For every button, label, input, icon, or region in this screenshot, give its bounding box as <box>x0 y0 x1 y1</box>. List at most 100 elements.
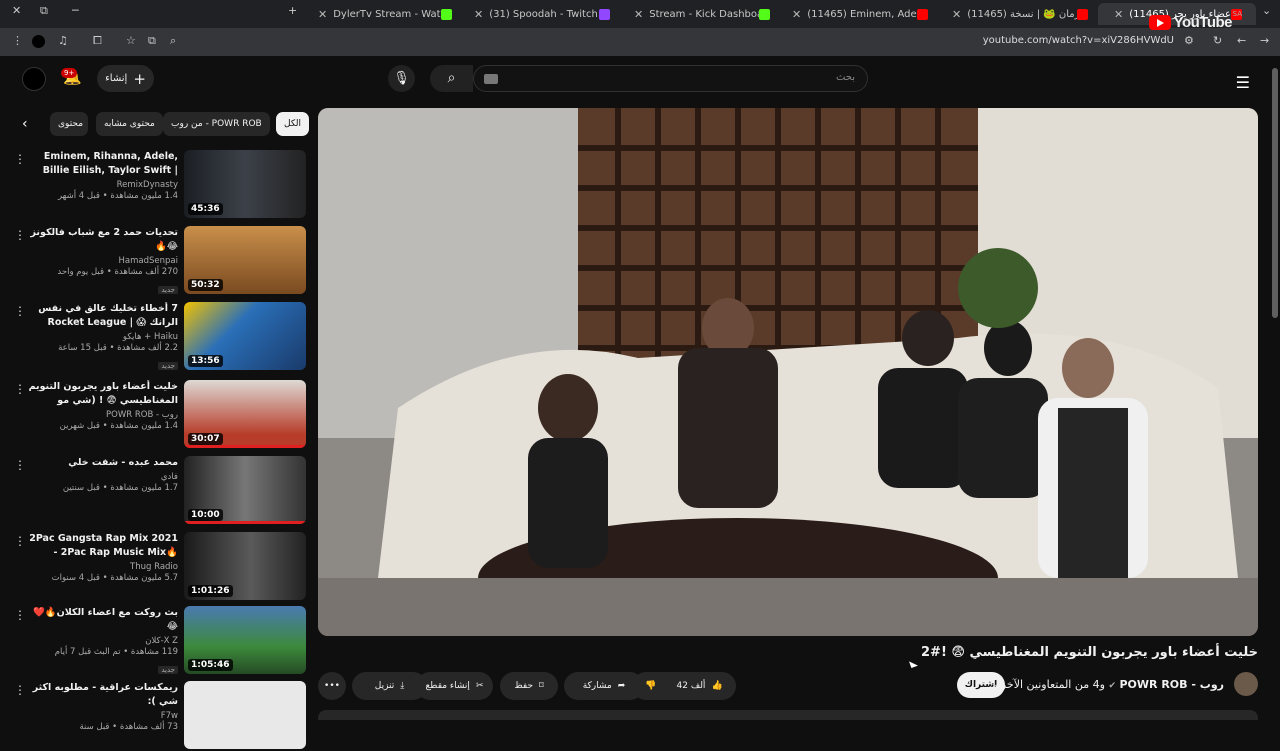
back-icon[interactable]: ← <box>1237 34 1246 47</box>
collaborators-text[interactable]: و4 من المتعاونين الآخرين <box>989 678 1105 691</box>
channel-name[interactable]: روب - POWR ROB <box>1119 678 1224 691</box>
new-tab-icon[interactable]: + <box>288 4 297 17</box>
video-title[interactable]: ريمكسات عراقية - مطلوبه اكثر شي ): <box>28 681 178 709</box>
video-thumbnail[interactable]: 13:56 <box>184 302 306 370</box>
url-text[interactable]: youtube.com/watch?v=xiV286HVWdU <box>983 35 1174 46</box>
forward-icon[interactable]: → <box>1260 34 1269 47</box>
channel-owner[interactable]: روب - POWR ROB ✔ و4 من المتعاونين الآخري… <box>989 678 1224 691</box>
channel-name[interactable]: X Z-كلان <box>28 636 178 646</box>
zoom-icon[interactable]: ⌕ <box>170 34 176 48</box>
reload-icon[interactable]: ↻ <box>1213 34 1222 47</box>
list-item[interactable]: 50:32 تحديات حمد 2 مع شباب فالكونز 😂🔥 Ha… <box>0 226 310 296</box>
more-options-icon[interactable]: ⋮ <box>14 534 26 548</box>
save-button[interactable]: حفظ ⌑ <box>500 672 558 700</box>
video-title[interactable]: تحديات حمد 2 مع شباب فالكونز 😂🔥 <box>28 226 178 254</box>
notification-count-badge: 9+ <box>61 68 78 78</box>
more-options-icon[interactable]: ⋮ <box>14 304 26 318</box>
more-options-icon[interactable]: ⋮ <box>14 228 26 242</box>
list-item[interactable]: 1:05:46 بث روكت مع اعضاء الكلان🔥❤️😂 X Z-… <box>0 606 310 676</box>
list-item[interactable]: 13:56 7 أخطاء تخليك عالق في نفس الرانك 😱… <box>0 302 310 372</box>
channel-name[interactable]: RemixDynasty <box>28 180 178 190</box>
keyboard-icon[interactable] <box>484 74 498 84</box>
video-thumbnail[interactable]: 1:01:26 <box>184 532 306 600</box>
tab-close-icon[interactable]: ✕ <box>792 8 801 21</box>
channel-name[interactable]: فادي <box>28 472 178 482</box>
mouse-cursor-icon <box>909 659 918 668</box>
chip-from-channel[interactable]: من روب - POWR ROB <box>163 112 270 136</box>
browser-tab[interactable]: ✕ (31) Spoodah - Twitch <box>466 3 616 25</box>
tab-close-icon[interactable]: ✕ <box>318 8 327 21</box>
list-item[interactable]: 1:01:26 2Pac Gangsta Rap Mix 2021 - 2Pac… <box>0 532 310 602</box>
tab-close-icon[interactable]: ✕ <box>952 8 961 21</box>
clip-button[interactable]: إنشاء مقطع ✂ <box>416 672 493 700</box>
video-title[interactable]: 7 أخطاء تخليك عالق في نفس الرانك 😱 | Roc… <box>28 302 178 330</box>
watch-progress-bar <box>184 521 306 524</box>
youtube-logo[interactable]: YouTube SA <box>1148 10 1242 31</box>
video-title[interactable]: Eminem, Rihanna, Adele, Billie Eilish, T… <box>28 150 178 178</box>
video-thumbnail[interactable]: 50:32 <box>184 226 306 294</box>
video-thumbnail[interactable]: 30:07 <box>184 380 306 448</box>
tab-close-icon[interactable]: ✕ <box>474 8 483 21</box>
list-item[interactable]: 45:36 Eminem, Rihanna, Adele, Billie Eil… <box>0 150 310 220</box>
menu-icon[interactable]: ⋮ <box>12 34 23 47</box>
site-settings-icon[interactable]: ⚙ <box>1184 34 1194 47</box>
more-options-icon[interactable]: ⋮ <box>14 152 26 166</box>
browser-tab[interactable]: ✕ DylerTv Stream - Watch Live on... <box>310 3 458 25</box>
profile-icon[interactable] <box>32 35 45 48</box>
dislike-icon[interactable]: 👎 <box>645 681 656 691</box>
account-avatar[interactable] <box>22 67 46 91</box>
channel-name[interactable]: روب - POWR ROB <box>28 410 178 420</box>
search-button[interactable]: ⌕ <box>430 65 473 92</box>
chip-all[interactable]: الكل <box>276 112 310 136</box>
browser-tab[interactable]: ✕ (11465) كشتة زمان 🐸 | نسخة ... <box>944 3 1094 25</box>
view-count: 73 ألف مشاهدة • قبل سنة <box>79 722 178 732</box>
duration-badge: 50:32 <box>188 279 223 291</box>
voice-search-button[interactable]: 🎙 <box>388 65 415 92</box>
channel-name[interactable]: Haiku + هايكو <box>28 332 178 342</box>
more-options-icon[interactable]: ⋮ <box>14 608 26 622</box>
more-options-icon[interactable]: ⋮ <box>14 458 26 472</box>
create-button[interactable]: إنشاء + <box>97 65 154 92</box>
duration-badge: 30:07 <box>188 433 223 445</box>
tab-close-icon[interactable]: ✕ <box>634 8 643 21</box>
more-options-icon[interactable]: ⋮ <box>14 382 26 396</box>
video-thumbnail[interactable]: 1:05:46 <box>184 606 306 674</box>
video-thumbnail[interactable] <box>184 681 306 749</box>
like-icon[interactable]: 👍 <box>711 681 722 691</box>
channel-name[interactable]: HamadSenpai <box>28 256 178 266</box>
video-title[interactable]: 2Pac Gangsta Rap Mix 2021 - 2Pac Rap Mus… <box>28 532 178 560</box>
chip-related[interactable]: محتوى مشابه <box>96 112 163 136</box>
chevron-left-icon[interactable]: ‹ <box>22 116 28 132</box>
browser-tab[interactable]: ✕ Stream - Kick Dashboard <box>626 3 776 25</box>
hamburger-menu-icon[interactable]: ☰ <box>1236 73 1250 92</box>
minimize-window-icon[interactable]: ─ <box>72 4 79 17</box>
list-item[interactable]: 10:00 محمد عبده - شفت خلي فادي 1.7 مليون… <box>0 456 310 526</box>
media-icon[interactable]: ♫ <box>58 34 68 47</box>
tab-search-icon[interactable]: ⌄ <box>1262 4 1271 17</box>
page-scrollbar[interactable] <box>1272 68 1278 318</box>
tab-close-icon[interactable]: ✕ <box>1114 8 1123 21</box>
video-title[interactable]: خليت أعضاء باور يجربون التنويم المغناطيس… <box>28 380 178 408</box>
video-frame <box>318 108 1258 636</box>
video-player[interactable] <box>318 108 1258 636</box>
screenshot-icon[interactable]: ⧉ <box>148 34 156 48</box>
video-title[interactable]: بث روكت مع اعضاء الكلان🔥❤️😂 <box>28 606 178 634</box>
bookmark-star-icon[interactable]: ☆ <box>126 34 136 47</box>
chip-more[interactable]: محتوى <box>50 112 88 136</box>
description-box[interactable] <box>318 710 1258 720</box>
extensions-icon[interactable]: ⧠ <box>93 34 102 48</box>
video-thumbnail[interactable]: 45:36 <box>184 150 306 218</box>
search-input[interactable]: بحث <box>473 65 868 92</box>
list-item[interactable]: 30:07 خليت أعضاء باور يجربون التنويم الم… <box>0 380 310 450</box>
channel-avatar[interactable] <box>1234 672 1258 696</box>
list-item[interactable]: ريمكسات عراقية - مطلوبه اكثر شي ): F7w 7… <box>0 681 310 751</box>
more-actions-button[interactable]: ••• <box>318 672 346 700</box>
restore-window-icon[interactable]: ⧉ <box>40 4 48 18</box>
channel-name[interactable]: Thug Radio <box>28 562 178 572</box>
more-options-icon[interactable]: ⋮ <box>14 683 26 697</box>
video-thumbnail[interactable]: 10:00 <box>184 456 306 524</box>
video-title[interactable]: محمد عبده - شفت خلي <box>28 456 178 470</box>
view-count: 1.4 مليون مشاهدة • قبل شهرين <box>59 421 178 431</box>
browser-tab[interactable]: ✕ (11465) Eminem, Adele, Ariana... <box>784 3 934 25</box>
close-window-icon[interactable]: ✕ <box>12 4 21 17</box>
